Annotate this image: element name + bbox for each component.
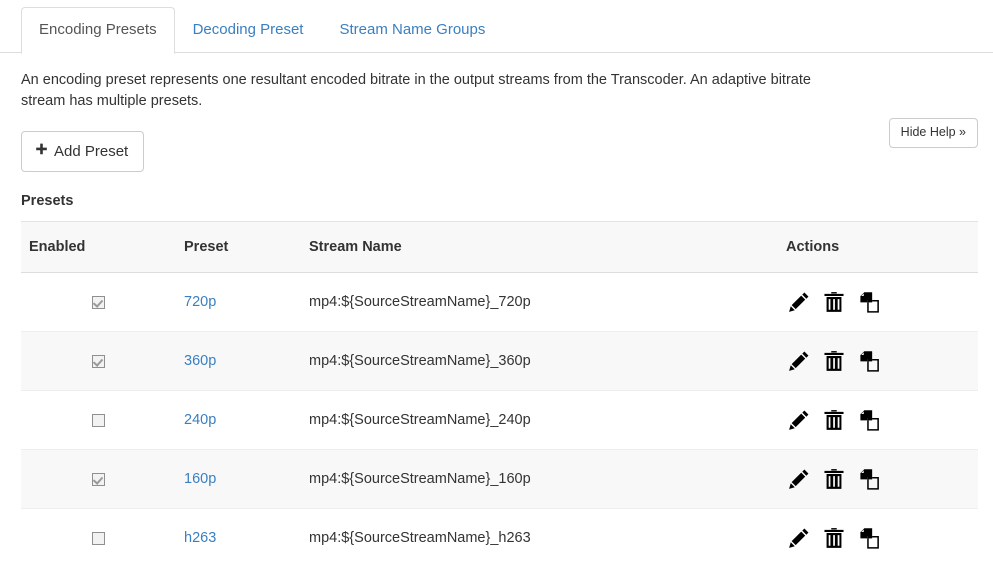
cell-actions xyxy=(778,273,978,332)
table-row: h263 mp4:${SourceStreamName}_h263 xyxy=(21,509,978,567)
delete-trash-icon[interactable] xyxy=(821,466,847,492)
cell-preset: 160p xyxy=(176,450,301,509)
cell-preset: 360p xyxy=(176,332,301,391)
cell-stream-name: mp4:${SourceStreamName}_360p xyxy=(301,332,778,391)
preset-link[interactable]: 720p xyxy=(184,294,216,310)
row-actions xyxy=(786,289,970,315)
edit-pencil-icon[interactable] xyxy=(786,407,812,433)
delete-trash-icon[interactable] xyxy=(821,348,847,374)
plus-icon xyxy=(35,143,48,159)
table-row: 240p mp4:${SourceStreamName}_240p xyxy=(21,391,978,450)
preset-link[interactable]: 360p xyxy=(184,353,216,369)
cell-enabled xyxy=(21,509,176,567)
enabled-checkbox[interactable] xyxy=(92,473,105,486)
tab-label: Stream Name Groups xyxy=(339,21,485,38)
cell-stream-name: mp4:${SourceStreamName}_h263 xyxy=(301,509,778,567)
tab-decoding-preset[interactable]: Decoding Preset xyxy=(175,7,322,54)
presets-table-wrapper: Enabled Preset Stream Name Actions 720p … xyxy=(21,221,978,567)
row-actions xyxy=(786,348,970,374)
presets-table: Enabled Preset Stream Name Actions 720p … xyxy=(21,221,978,567)
duplicate-copy-icon[interactable] xyxy=(856,348,882,374)
tab-strip: Encoding Presets Decoding Preset Stream … xyxy=(0,0,993,53)
table-header-row: Enabled Preset Stream Name Actions xyxy=(21,222,978,273)
edit-pencil-icon[interactable] xyxy=(786,466,812,492)
duplicate-copy-icon[interactable] xyxy=(856,525,882,551)
edit-pencil-icon[interactable] xyxy=(786,348,812,374)
delete-trash-icon[interactable] xyxy=(821,525,847,551)
edit-pencil-icon[interactable] xyxy=(786,289,812,315)
table-row: 160p mp4:${SourceStreamName}_160p xyxy=(21,450,978,509)
cell-preset: 240p xyxy=(176,391,301,450)
help-description: An encoding preset represents one result… xyxy=(21,70,851,112)
preset-link[interactable]: 240p xyxy=(184,412,216,428)
table-row: 360p mp4:${SourceStreamName}_360p xyxy=(21,332,978,391)
delete-trash-icon[interactable] xyxy=(821,289,847,315)
cell-stream-name: mp4:${SourceStreamName}_160p xyxy=(301,450,778,509)
stream-name-text: mp4:${SourceStreamName}_360p xyxy=(309,353,531,369)
stream-name-text: mp4:${SourceStreamName}_160p xyxy=(309,471,531,487)
duplicate-copy-icon[interactable] xyxy=(856,407,882,433)
duplicate-copy-icon[interactable] xyxy=(856,466,882,492)
stream-name-text: mp4:${SourceStreamName}_h263 xyxy=(309,530,531,546)
column-header-enabled: Enabled xyxy=(21,222,176,273)
cell-actions xyxy=(778,450,978,509)
cell-enabled xyxy=(21,450,176,509)
cell-preset: h263 xyxy=(176,509,301,567)
table-row: 720p mp4:${SourceStreamName}_720p xyxy=(21,273,978,332)
add-preset-button[interactable]: Add Preset xyxy=(21,131,144,172)
hide-help-button[interactable]: Hide Help » xyxy=(889,118,978,148)
cell-enabled xyxy=(21,391,176,450)
enabled-checkbox[interactable] xyxy=(92,296,105,309)
cell-stream-name: mp4:${SourceStreamName}_720p xyxy=(301,273,778,332)
add-preset-label: Add Preset xyxy=(54,144,128,159)
cell-stream-name: mp4:${SourceStreamName}_240p xyxy=(301,391,778,450)
enabled-checkbox[interactable] xyxy=(92,414,105,427)
help-area: An encoding preset represents one result… xyxy=(0,53,993,112)
toolbar: Add Preset xyxy=(0,112,993,172)
cell-enabled xyxy=(21,332,176,391)
tab-stream-name-groups[interactable]: Stream Name Groups xyxy=(321,7,503,54)
enabled-checkbox[interactable] xyxy=(92,532,105,545)
row-actions xyxy=(786,466,970,492)
stream-name-text: mp4:${SourceStreamName}_720p xyxy=(309,294,531,310)
enabled-checkbox[interactable] xyxy=(92,355,105,368)
row-actions xyxy=(786,407,970,433)
table-body: 720p mp4:${SourceStreamName}_720p xyxy=(21,273,978,567)
column-header-actions: Actions xyxy=(778,222,978,273)
cell-actions xyxy=(778,332,978,391)
cell-preset: 720p xyxy=(176,273,301,332)
stream-name-text: mp4:${SourceStreamName}_240p xyxy=(309,412,531,428)
preset-link[interactable]: 160p xyxy=(184,471,216,487)
duplicate-copy-icon[interactable] xyxy=(856,289,882,315)
preset-link[interactable]: h263 xyxy=(184,530,216,546)
delete-trash-icon[interactable] xyxy=(821,407,847,433)
column-header-stream-name: Stream Name xyxy=(301,222,778,273)
row-actions xyxy=(786,525,970,551)
page-section-title: Presets xyxy=(21,193,993,209)
tab-encoding-presets[interactable]: Encoding Presets xyxy=(21,7,175,54)
tab-label: Decoding Preset xyxy=(193,21,304,38)
edit-pencil-icon[interactable] xyxy=(786,525,812,551)
cell-enabled xyxy=(21,273,176,332)
column-header-preset: Preset xyxy=(176,222,301,273)
tab-label: Encoding Presets xyxy=(39,21,157,38)
cell-actions xyxy=(778,509,978,567)
table-head: Enabled Preset Stream Name Actions xyxy=(21,222,978,273)
cell-actions xyxy=(778,391,978,450)
